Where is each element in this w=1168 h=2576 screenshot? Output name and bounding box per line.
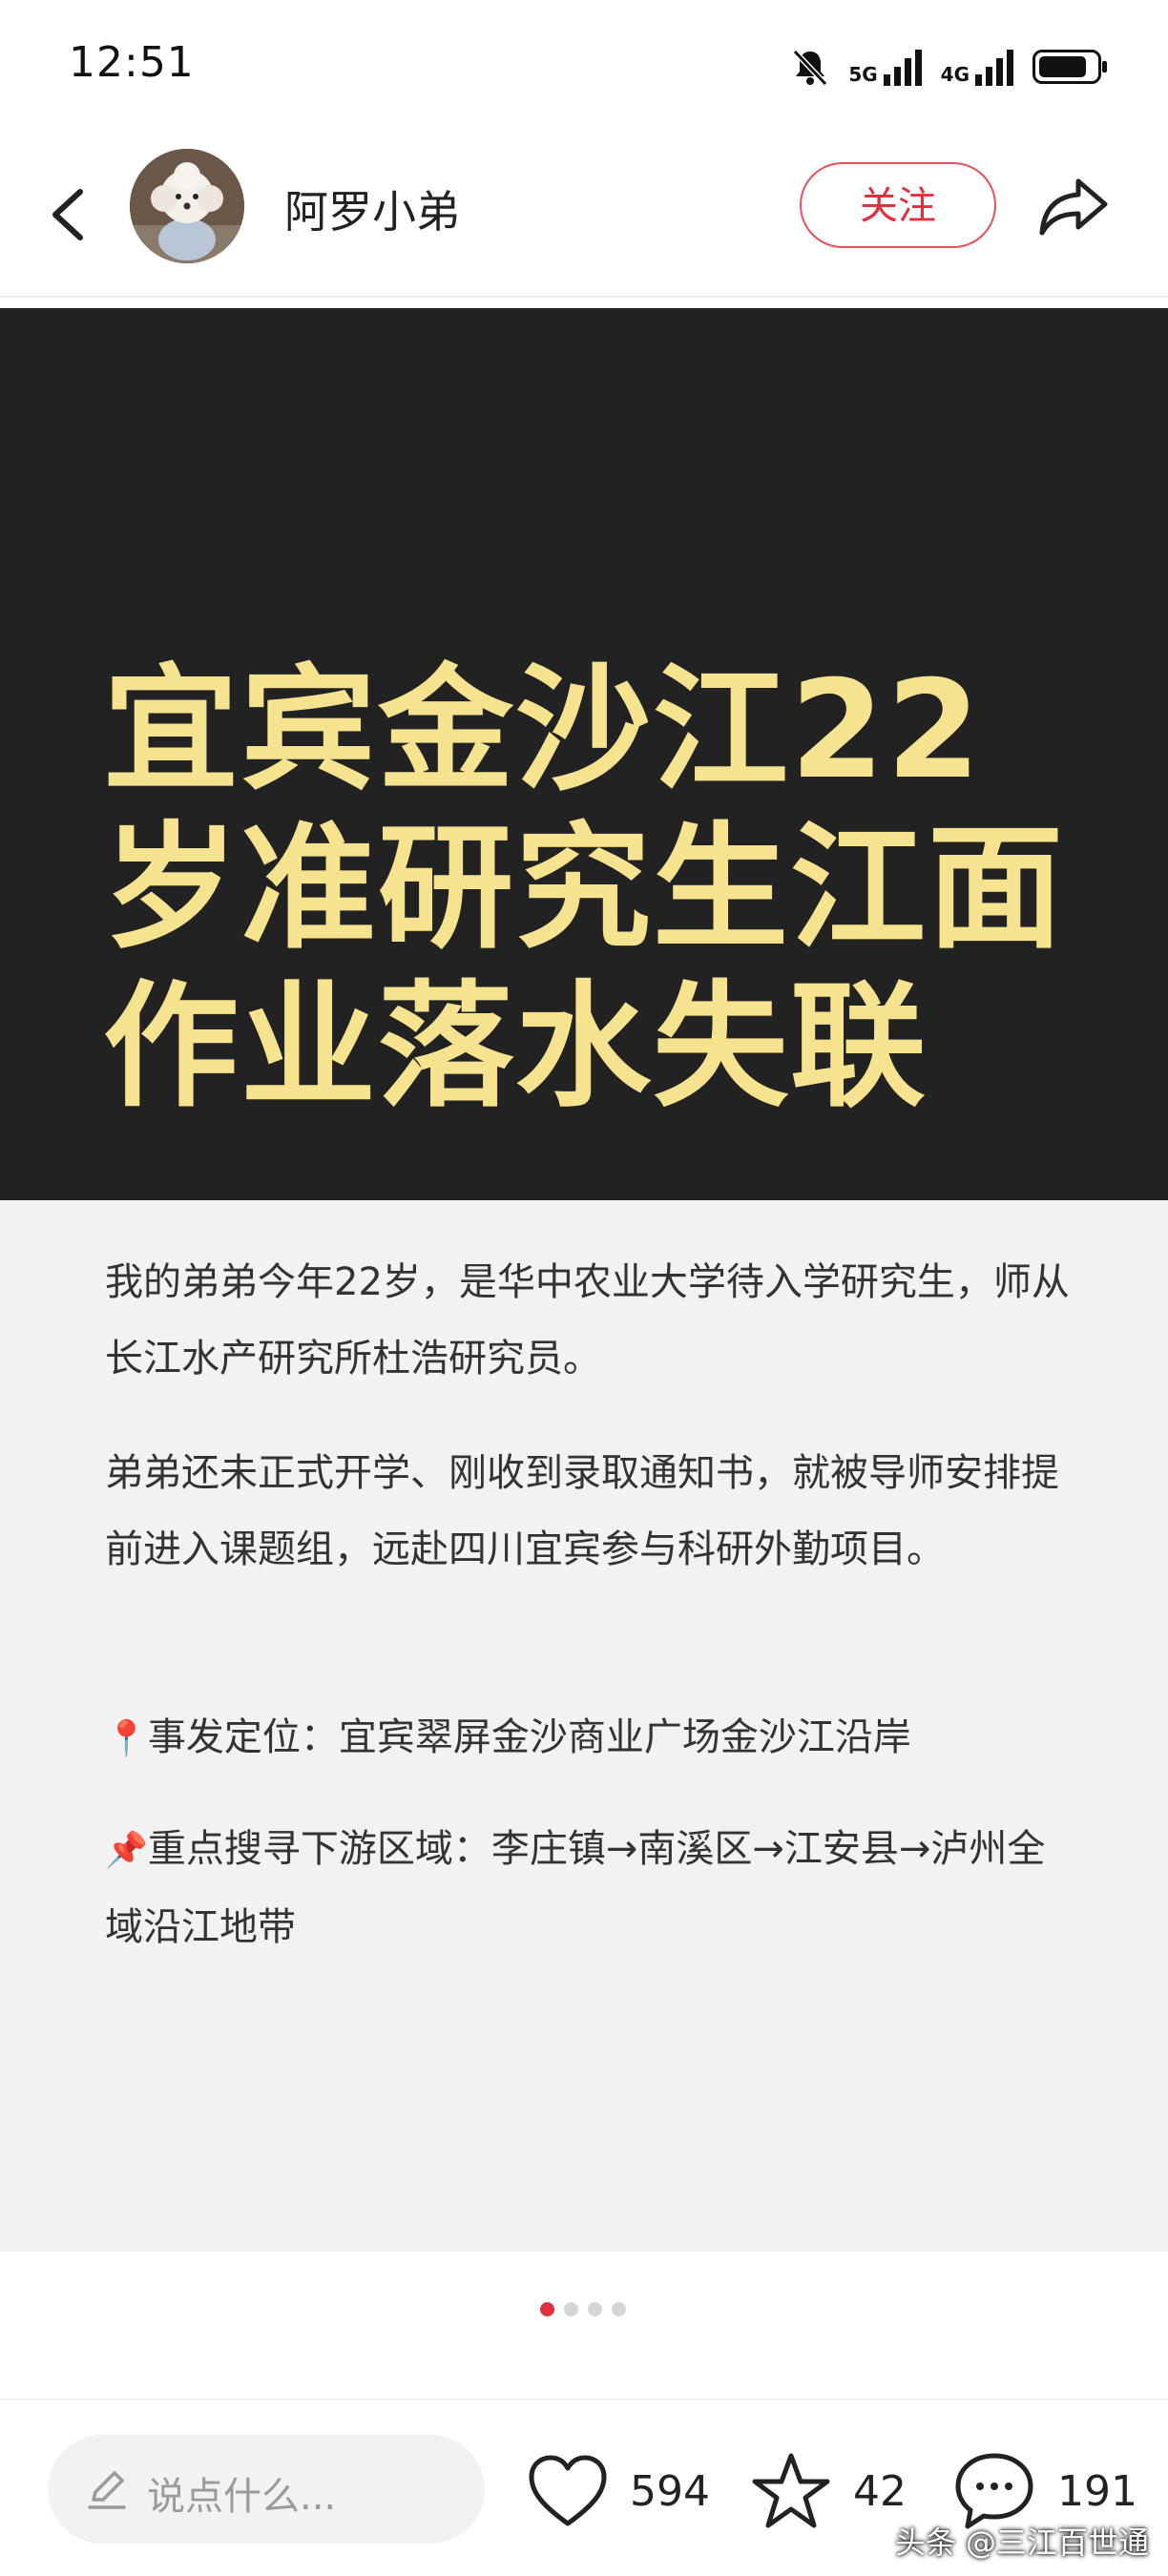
status-bar: 12:51 5G 4G <box>0 0 1168 134</box>
share-icon[interactable] <box>1036 168 1113 244</box>
battery-icon <box>1032 50 1107 84</box>
paragraph: 弟弟还未正式开学、刚收到录取通知书，就被导师安排提前进入课题组，远赴四川宜宾参与… <box>105 1451 1059 1571</box>
image-pager <box>0 2252 1168 2395</box>
paragraph-location: 📍事发定位：宜宾翠屏金沙商业广场金沙江沿岸 <box>105 1699 1078 1777</box>
bell-muted-icon <box>793 49 828 87</box>
comment-input[interactable]: 说点什么... <box>48 2435 485 2544</box>
article-page: 12:51 5G 4G 阿罗小弟 关注 宜宾金沙江22 岁准研究生江面 作业落水… <box>0 0 1168 2576</box>
signal-5g-icon <box>883 50 922 86</box>
battery-level-fill <box>1039 56 1086 77</box>
hero-title-block: 宜宾金沙江22 岁准研究生江面 作业落水失联 <box>103 652 1095 1127</box>
hero-title-line: 作业落水失联 <box>103 968 928 1126</box>
bottom-action-bar: 说点什么... 594 42 191 头条 @三江百世通 <box>0 2399 1168 2576</box>
paragraph: 我的弟弟今年22岁，是华中农业大学待入学研究生，师从长江水产研究所杜浩研究员。 <box>105 1260 1070 1381</box>
like-button[interactable]: 594 <box>527 2448 710 2534</box>
search-area-text: 重点搜寻下游区域：李庄镇→南溪区→江安县→泸州全域沿江地带 <box>105 1827 1046 1949</box>
pager-dots <box>540 2302 626 2316</box>
network-4g-label: 4G <box>940 63 970 86</box>
pager-dot <box>540 2302 554 2316</box>
status-icons: 5G 4G <box>789 44 1107 90</box>
dog-avatar-icon <box>130 149 244 263</box>
author-name[interactable]: 阿罗小弟 <box>284 177 460 240</box>
article-body: 我的弟弟今年22岁，是华中农业大学待入学研究生，师从长江水产研究所杜浩研究员。 … <box>0 1200 1168 2252</box>
hero-title-line: 宜宾金沙江22 <box>103 652 983 809</box>
like-count: 594 <box>630 2466 710 2516</box>
signal-4g-icon <box>975 50 1013 86</box>
location-pin-icon: 📍 <box>105 1719 148 1758</box>
comment-placeholder: 说点什么... <box>147 2475 337 2519</box>
network-5g-label: 5G <box>848 63 878 86</box>
paragraph-search-area: 📌重点搜寻下游区域：李庄镇→南溪区→江安县→泸州全域沿江地带 <box>105 1811 1078 1965</box>
author-avatar[interactable] <box>130 149 244 263</box>
favorite-count: 42 <box>853 2466 907 2516</box>
watermark: 头条 @三江百世通 <box>894 2524 1149 2561</box>
article-header: 阿罗小弟 关注 <box>0 134 1168 298</box>
back-arrow-icon[interactable] <box>38 177 95 253</box>
heart-icon <box>529 2455 607 2526</box>
pushpin-icon: 📌 <box>105 1831 148 1870</box>
pencil-icon <box>88 2471 126 2509</box>
hero-title-line: 岁准研究生江面 <box>103 810 1065 967</box>
follow-button[interactable]: 关注 <box>800 162 996 248</box>
pager-dot <box>612 2302 626 2316</box>
location-text: 事发定位：宜宾翠屏金沙商业广场金沙江沿岸 <box>147 1715 911 1759</box>
pager-dot <box>564 2302 578 2316</box>
hero-banner: 宜宾金沙江22 岁准研究生江面 作业落水失联 <box>0 308 1168 1200</box>
comment-count: 191 <box>1057 2466 1137 2516</box>
star-icon <box>752 2453 830 2528</box>
status-time: 12:51 <box>69 38 195 87</box>
pager-dot <box>588 2302 602 2316</box>
favorite-button[interactable]: 42 <box>750 2448 907 2534</box>
